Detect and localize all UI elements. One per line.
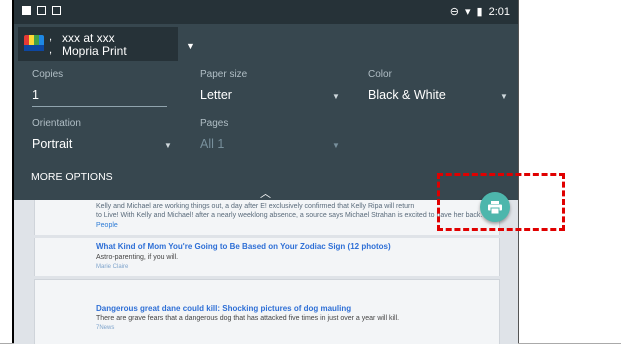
color-select[interactable]: Black & White <box>368 88 446 102</box>
article-title-text: What Kind of Mom You're Going to Be Base… <box>96 242 346 251</box>
wifi-icon: ▾ <box>464 6 471 18</box>
highlight-box <box>437 173 565 231</box>
paper-size-label: Paper size <box>200 69 248 80</box>
paper-size-dropdown-icon[interactable]: ▼ <box>332 92 340 101</box>
copies-input[interactable]: 1 <box>32 88 39 102</box>
color-label: Color <box>368 69 392 80</box>
article-subtitle: There are grave fears that a dangerous d… <box>96 315 400 322</box>
expand-caret-icon[interactable]: ︿ <box>260 185 271 201</box>
printer-name-line2: Mopria Print <box>62 44 127 58</box>
pages-select: All 1 <box>200 137 225 151</box>
article-source[interactable]: People <box>96 222 118 229</box>
article-card: Kelly and Michael are working things out… <box>34 200 500 235</box>
more-options-button[interactable]: MORE OPTIONS <box>31 171 113 183</box>
screenshot-notification-icon <box>52 6 61 15</box>
printer-bullets: ,, <box>49 31 53 56</box>
orientation-label: Orientation <box>32 118 81 129</box>
article-source[interactable]: Marie Claire <box>96 264 128 270</box>
clock: 2:01 <box>488 5 510 18</box>
orientation-dropdown-icon[interactable]: ▼ <box>164 141 172 150</box>
article-source[interactable]: 7News <box>96 325 114 331</box>
status-bar: ⊖ ▾ ▮ 2:01 <box>14 0 518 24</box>
color-dropdown-icon[interactable]: ▼ <box>500 92 508 101</box>
orientation-select[interactable]: Portrait <box>32 137 72 151</box>
notification-icons <box>22 6 61 15</box>
system-icons: ⊖ ▾ ▮ 2:01 <box>449 5 510 19</box>
image-notification-icon <box>37 6 46 15</box>
frame-right-border <box>518 0 519 344</box>
sync-icon: ⊖ <box>449 6 459 18</box>
article-text: Kelly and Michael are working things out… <box>96 203 415 210</box>
article-text: to Live! With Kelly and Michael! after a… <box>96 212 483 219</box>
pages-dropdown-icon: ▼ <box>332 141 340 150</box>
copies-underline <box>32 106 167 107</box>
printer-dropdown-icon[interactable]: ▼ <box>186 41 195 51</box>
article-title[interactable]: Dangerous great dane could kill: Shockin… <box>96 304 351 313</box>
printer-selector[interactable]: ,, xxx at xxx Mopria Print <box>18 27 178 61</box>
battery-icon: ▮ <box>476 6 483 18</box>
print-notification-icon <box>22 6 31 15</box>
photo-count: (12 photos) <box>347 242 391 251</box>
article-card: What Kind of Mom You're Going to Be Base… <box>34 238 500 276</box>
mopria-logo-icon <box>24 35 44 51</box>
copies-label: Copies <box>32 69 64 80</box>
article-title[interactable]: What Kind of Mom You're Going to Be Base… <box>96 242 391 251</box>
printer-name: xxx at xxx Mopria Print <box>62 32 127 58</box>
article-card: Dangerous great dane could kill: Shockin… <box>34 279 500 344</box>
pages-label: Pages <box>200 118 229 129</box>
paper-size-select[interactable]: Letter <box>200 88 232 102</box>
device-screen: ⊖ ▾ ▮ 2:01 ,, xxx at xxx Mopria Print ▼ … <box>14 0 518 344</box>
article-subtitle: Astro-parenting, if you will. <box>96 254 179 261</box>
